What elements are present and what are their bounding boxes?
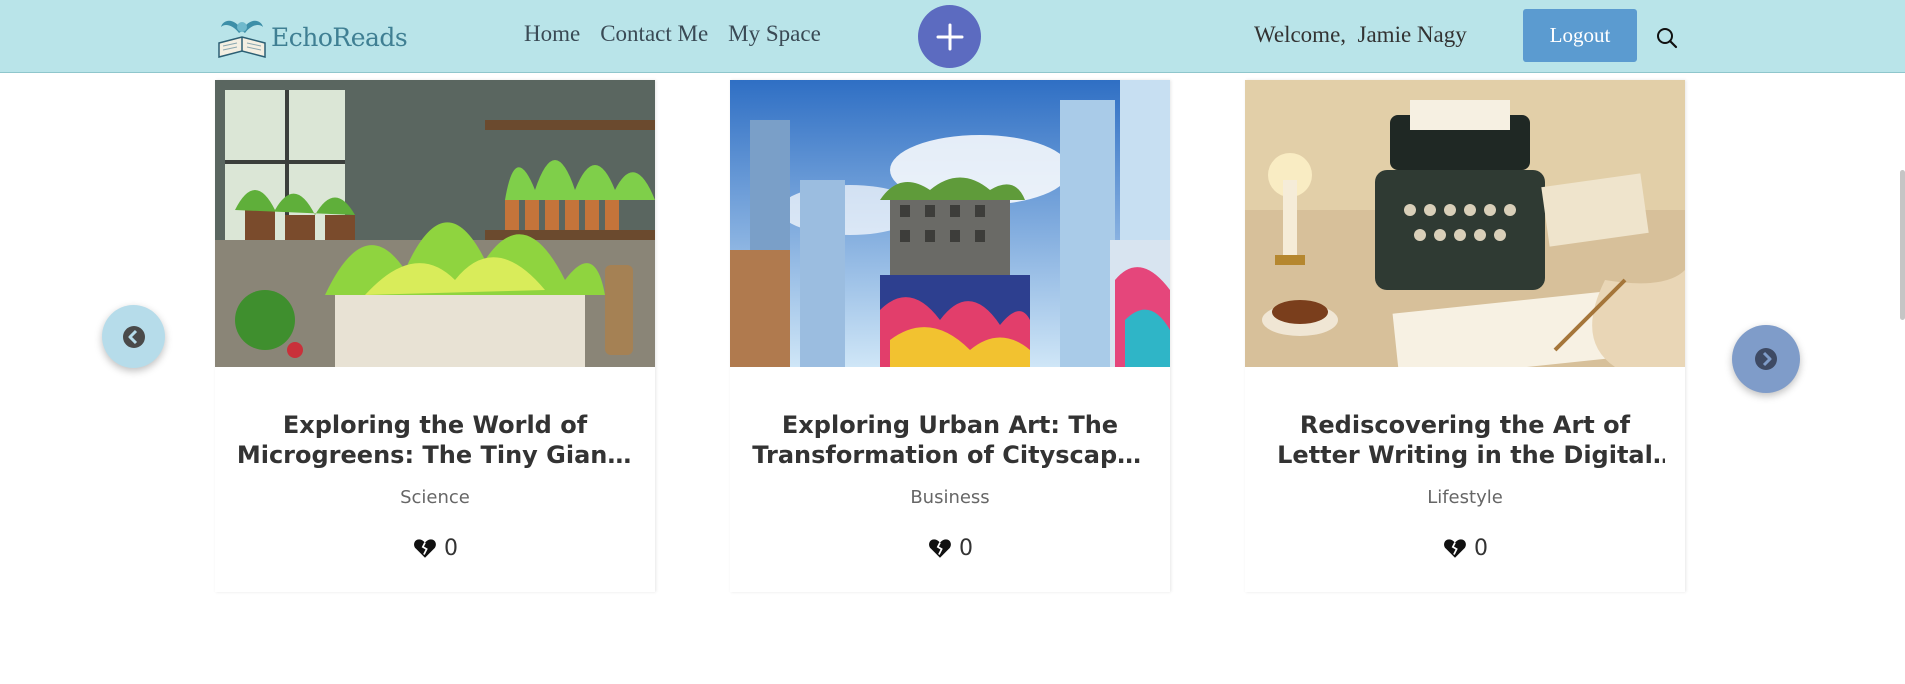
nav-my-space-link[interactable]: My Space	[728, 21, 821, 47]
nav-contact-link[interactable]: Contact Me	[600, 21, 708, 47]
post-category: Business	[910, 487, 990, 508]
post-image-urban-art[interactable]	[730, 80, 1170, 367]
carousel-prev-button[interactable]	[102, 305, 165, 368]
add-post-button[interactable]	[918, 5, 981, 68]
likes-count: 0	[1474, 535, 1488, 561]
broken-heart-icon[interactable]	[927, 535, 953, 561]
broken-heart-icon[interactable]	[1442, 535, 1468, 561]
brand-name: EchoReads	[271, 22, 408, 52]
chevron-left-icon	[122, 325, 145, 348]
open-book-logo-icon	[218, 20, 266, 58]
post-title[interactable]: Exploring Urban Art: The Transformation …	[750, 410, 1150, 470]
welcome-message: Welcome, Jamie Nagy	[1254, 22, 1467, 47]
post-card[interactable]: Exploring the World of Microgreens: The …	[215, 80, 655, 592]
chevron-right-icon	[1755, 348, 1777, 370]
post-image-microgreens[interactable]	[215, 80, 655, 367]
main-nav: Home Contact Me My Space	[524, 21, 821, 47]
post-category: Lifestyle	[1427, 487, 1503, 508]
broken-heart-icon[interactable]	[412, 535, 438, 561]
likes-section: 0	[215, 535, 655, 561]
post-card[interactable]: Exploring Urban Art: The Transformation …	[730, 80, 1170, 592]
post-image-typewriter[interactable]	[1245, 80, 1685, 367]
post-title[interactable]: Rediscovering the Art of Letter Writing …	[1265, 410, 1665, 470]
top-navbar: EchoReads Home Contact Me My Space Welco…	[0, 0, 1905, 73]
post-title[interactable]: Exploring the World of Microgreens: The …	[235, 410, 635, 470]
likes-section: 0	[730, 535, 1170, 561]
post-category: Science	[400, 487, 470, 508]
page-scrollbar[interactable]	[1900, 170, 1905, 320]
logout-button[interactable]: Logout	[1523, 9, 1637, 62]
likes-count: 0	[444, 535, 458, 561]
carousel-next-button[interactable]	[1732, 325, 1800, 393]
likes-count: 0	[959, 535, 973, 561]
nav-home-link[interactable]: Home	[524, 21, 580, 47]
plus-icon	[936, 23, 963, 50]
likes-section: 0	[1245, 535, 1685, 561]
brand-logo[interactable]: EchoReads	[215, 13, 408, 61]
search-icon[interactable]	[1656, 27, 1678, 49]
post-card[interactable]: Rediscovering the Art of Letter Writing …	[1245, 80, 1685, 592]
